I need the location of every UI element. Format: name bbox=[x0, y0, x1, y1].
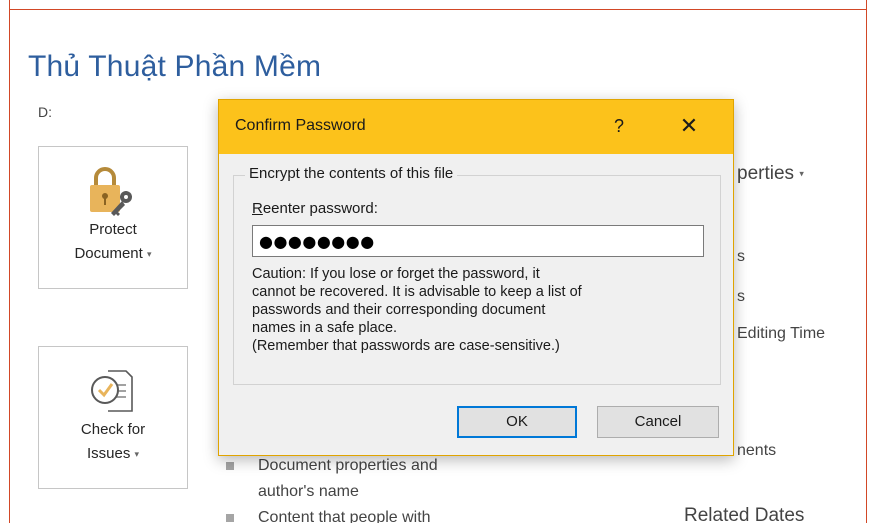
bullet-marker bbox=[226, 462, 234, 470]
page-title: Thủ Thuật Phần Mềm bbox=[28, 50, 322, 83]
encrypt-group-legend: Encrypt the contents of this file bbox=[245, 165, 458, 182]
window-border-right bbox=[866, 0, 867, 523]
check-for-issues-button[interactable]: Check for Issues ▾ bbox=[38, 346, 188, 489]
chevron-down-icon: ▾ bbox=[134, 449, 140, 460]
check-document-icon bbox=[91, 370, 133, 412]
dialog-titlebar[interactable]: Confirm Password ? ✕ bbox=[219, 100, 733, 154]
protect-document-label-line2: Document ▾ bbox=[39, 243, 187, 265]
chevron-down-icon: ▾ bbox=[147, 249, 152, 260]
caution-line: names in a safe place. bbox=[252, 320, 398, 336]
inspect-item-text: Content that people with bbox=[258, 509, 431, 523]
comments-label-fragment: nents bbox=[737, 442, 777, 459]
property-label-fragment: s bbox=[737, 288, 745, 305]
caution-text: Caution: If you lose or forget the passw… bbox=[252, 265, 712, 355]
reenter-password-label-text: eenter password: bbox=[262, 200, 378, 217]
related-dates-heading: Related Dates bbox=[684, 505, 805, 523]
lock-key-icon bbox=[90, 167, 132, 216]
caution-line: (Remember that passwords are case-sensit… bbox=[252, 338, 560, 354]
reenter-password-accelerator: R bbox=[252, 200, 263, 217]
protect-document-label-text: Document bbox=[74, 245, 143, 262]
protect-document-button[interactable]: Protect Document ▾ bbox=[38, 146, 188, 289]
caution-line: Caution: If you lose or forget the passw… bbox=[252, 266, 540, 282]
total-editing-time-label: Editing Time bbox=[737, 325, 826, 342]
document-path: D: bbox=[38, 104, 52, 120]
bullet-marker bbox=[226, 514, 234, 522]
confirm-password-dialog: Confirm Password ? ✕ Encrypt the content… bbox=[218, 99, 734, 456]
dialog-title: Confirm Password bbox=[235, 117, 366, 134]
caution-line: cannot be recovered. It is advisable to … bbox=[252, 284, 582, 300]
reenter-password-input[interactable] bbox=[252, 225, 704, 257]
close-icon[interactable]: ✕ bbox=[675, 112, 703, 140]
properties-heading-text: perties bbox=[737, 163, 795, 184]
reenter-password-label: Reenter password: bbox=[252, 200, 378, 217]
window-border-top bbox=[9, 9, 867, 10]
check-for-issues-label-line2: Issues ▾ bbox=[39, 443, 187, 465]
check-for-issues-label-text: Issues bbox=[86, 445, 131, 462]
help-icon[interactable]: ? bbox=[607, 112, 631, 140]
inspect-item-text: author's name bbox=[258, 483, 359, 500]
check-for-issues-label-line1: Check for bbox=[80, 421, 146, 438]
cancel-button[interactable]: Cancel bbox=[597, 406, 719, 438]
window-border-left bbox=[9, 0, 10, 523]
inspect-item-text: Document properties and bbox=[258, 457, 438, 474]
property-label-fragment: s bbox=[737, 248, 745, 265]
protect-document-label-line1: Protect bbox=[89, 221, 137, 238]
chevron-down-icon: ▾ bbox=[799, 168, 804, 179]
properties-heading[interactable]: perties ▾ bbox=[737, 163, 804, 185]
caution-line: passwords and their corresponding docume… bbox=[252, 302, 546, 318]
ok-button[interactable]: OK bbox=[457, 406, 577, 438]
